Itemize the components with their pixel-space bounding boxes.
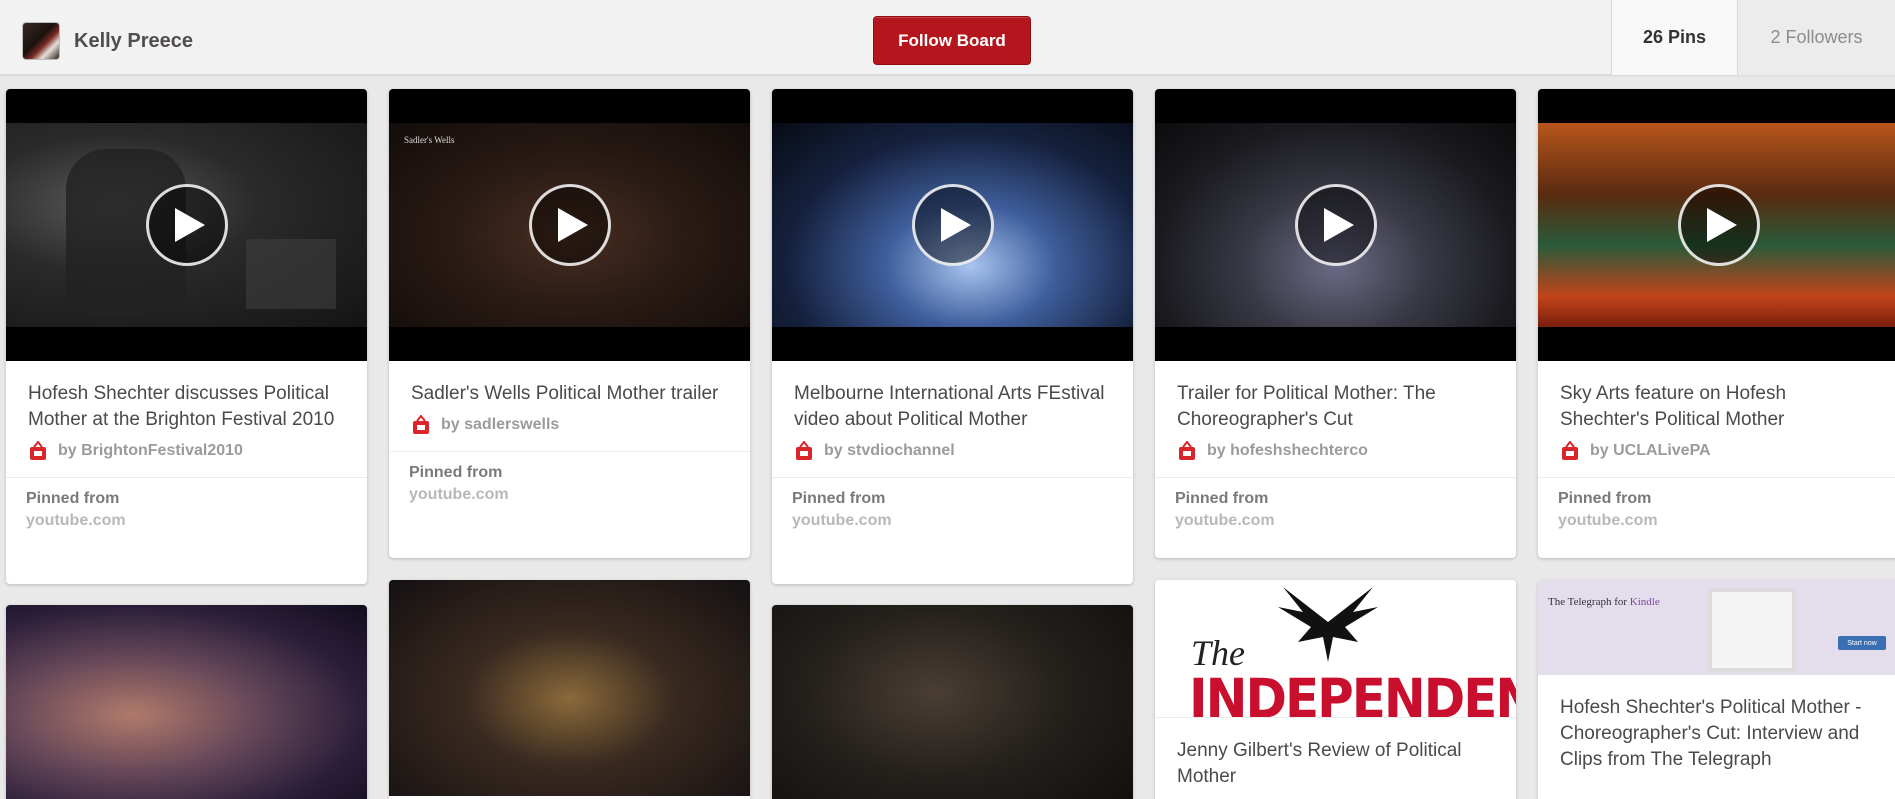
pin-card[interactable]: Trailer for Political Mother: The Choreo… xyxy=(1155,89,1516,558)
kindle-device-icon xyxy=(1708,588,1796,672)
start-now-button: Start now xyxy=(1838,636,1886,650)
board-owner[interactable]: Kelly Preece xyxy=(22,22,193,60)
pin-description[interactable]: Hofesh Shechter discusses Political Moth… xyxy=(6,361,367,433)
video-thumbnail[interactable] xyxy=(1155,89,1516,361)
pin-card[interactable]: Hofesh Shechter discusses Political Moth… xyxy=(6,89,367,584)
pin-card[interactable]: Sadler's Wells Sadler's Wells Political … xyxy=(389,89,750,558)
pin-source[interactable]: Pinned from youtube.com xyxy=(389,451,750,520)
pin-card[interactable]: The Telegraph for Kindle Start now Hofes… xyxy=(1538,580,1895,799)
follow-board-button[interactable]: Follow Board xyxy=(873,16,1031,65)
pinned-from-label: Pinned from xyxy=(26,490,120,507)
pinned-domain[interactable]: youtube.com xyxy=(792,510,1113,532)
dance-photo[interactable] xyxy=(6,605,367,799)
followers-count-tab[interactable]: 2 Followers xyxy=(1737,0,1895,75)
pin-source[interactable]: Pinned from youtube.com xyxy=(6,477,367,546)
dance-photo[interactable] xyxy=(772,605,1133,799)
independent-thumbnail[interactable]: The INDEPENDENT xyxy=(1155,580,1516,717)
video-thumbnail[interactable] xyxy=(6,89,367,361)
byline-text[interactable]: by UCLALivePA xyxy=(1590,442,1711,460)
pin-card[interactable]: Sky Arts feature on Hofesh Shechter's Po… xyxy=(1538,89,1895,558)
pin-source[interactable]: Pinned from youtube.com xyxy=(1155,477,1516,546)
owner-avatar[interactable] xyxy=(22,22,60,60)
byline-text[interactable]: by sadlerswells xyxy=(441,416,559,434)
youtube-icon xyxy=(411,414,431,435)
pinned-from-label: Pinned from xyxy=(792,490,886,507)
video-caption: Sadler's Wells xyxy=(404,135,455,145)
logo-independent: INDEPENDENT xyxy=(1189,668,1516,717)
pinned-from-label: Pinned from xyxy=(409,464,503,481)
pin-description[interactable]: Melbourne International Arts FEstival vi… xyxy=(772,361,1133,433)
pin-byline[interactable]: by stvdiochannel xyxy=(772,433,1133,477)
pin-card[interactable]: Melbourne International Arts FEstival vi… xyxy=(772,89,1133,584)
play-icon[interactable] xyxy=(528,184,611,266)
pinned-domain[interactable]: youtube.com xyxy=(1558,510,1879,532)
byline-text[interactable]: by hofeshshechterco xyxy=(1207,442,1368,460)
youtube-icon xyxy=(1560,440,1580,461)
pin-source[interactable]: Pinned from youtube.com xyxy=(772,477,1133,546)
pinned-domain[interactable]: youtube.com xyxy=(409,484,730,506)
telegraph-logo: The Telegraph for Kindle xyxy=(1548,596,1660,608)
video-thumbnail[interactable] xyxy=(772,89,1133,361)
pins-count-tab[interactable]: 26 Pins xyxy=(1611,0,1737,75)
pin-byline[interactable]: by hofeshshechterco xyxy=(1155,433,1516,477)
eagle-logo-icon xyxy=(1278,587,1378,662)
video-thumbnail[interactable]: Sadler's Wells xyxy=(389,89,750,361)
board-stats: 26 Pins 2 Followers xyxy=(1611,0,1895,75)
board-header: Kelly Preece Follow Board 26 Pins 2 Foll… xyxy=(0,0,1895,75)
youtube-icon xyxy=(794,440,814,461)
pinned-domain[interactable]: youtube.com xyxy=(26,510,347,532)
video-thumbnail[interactable] xyxy=(1538,89,1895,361)
pinned-domain[interactable]: youtube.com xyxy=(1175,510,1496,532)
pin-byline[interactable]: by UCLALivePA xyxy=(1538,433,1895,477)
owner-name[interactable]: Kelly Preece xyxy=(74,30,193,53)
play-icon[interactable] xyxy=(1294,184,1377,266)
pin-source[interactable]: Pinned from youtube.com xyxy=(1538,477,1895,546)
pin-byline[interactable]: by BrightonFestival2010 xyxy=(6,433,367,477)
play-icon[interactable] xyxy=(1677,184,1760,266)
pin-card[interactable] xyxy=(389,580,750,799)
pin-description[interactable]: Hofesh Shechter's Political Mother - Cho… xyxy=(1538,675,1895,773)
play-icon[interactable] xyxy=(911,184,994,266)
dance-photo[interactable] xyxy=(389,580,750,796)
play-icon[interactable] xyxy=(145,184,228,266)
pin-card[interactable] xyxy=(772,605,1133,799)
byline-text[interactable]: by BrightonFestival2010 xyxy=(58,442,243,460)
pinned-from-label: Pinned from xyxy=(1558,490,1652,507)
youtube-icon xyxy=(1177,440,1197,461)
pin-byline[interactable]: by sadlerswells xyxy=(389,407,750,451)
byline-text[interactable]: by stvdiochannel xyxy=(824,442,955,460)
pin-description[interactable]: Sky Arts feature on Hofesh Shechter's Po… xyxy=(1538,361,1895,433)
pin-description[interactable]: Trailer for Political Mother: The Choreo… xyxy=(1155,361,1516,433)
youtube-icon xyxy=(28,440,48,461)
pin-description[interactable]: Jenny Gilbert's Review of Political Moth… xyxy=(1155,717,1516,790)
pinned-from-label: Pinned from xyxy=(1175,490,1269,507)
pin-card[interactable]: The INDEPENDENT Jenny Gilbert's Review o… xyxy=(1155,580,1516,799)
pin-card[interactable] xyxy=(6,605,367,799)
telegraph-thumbnail[interactable]: The Telegraph for Kindle Start now xyxy=(1538,580,1895,675)
pin-description[interactable]: Sadler's Wells Political Mother trailer xyxy=(389,361,750,407)
